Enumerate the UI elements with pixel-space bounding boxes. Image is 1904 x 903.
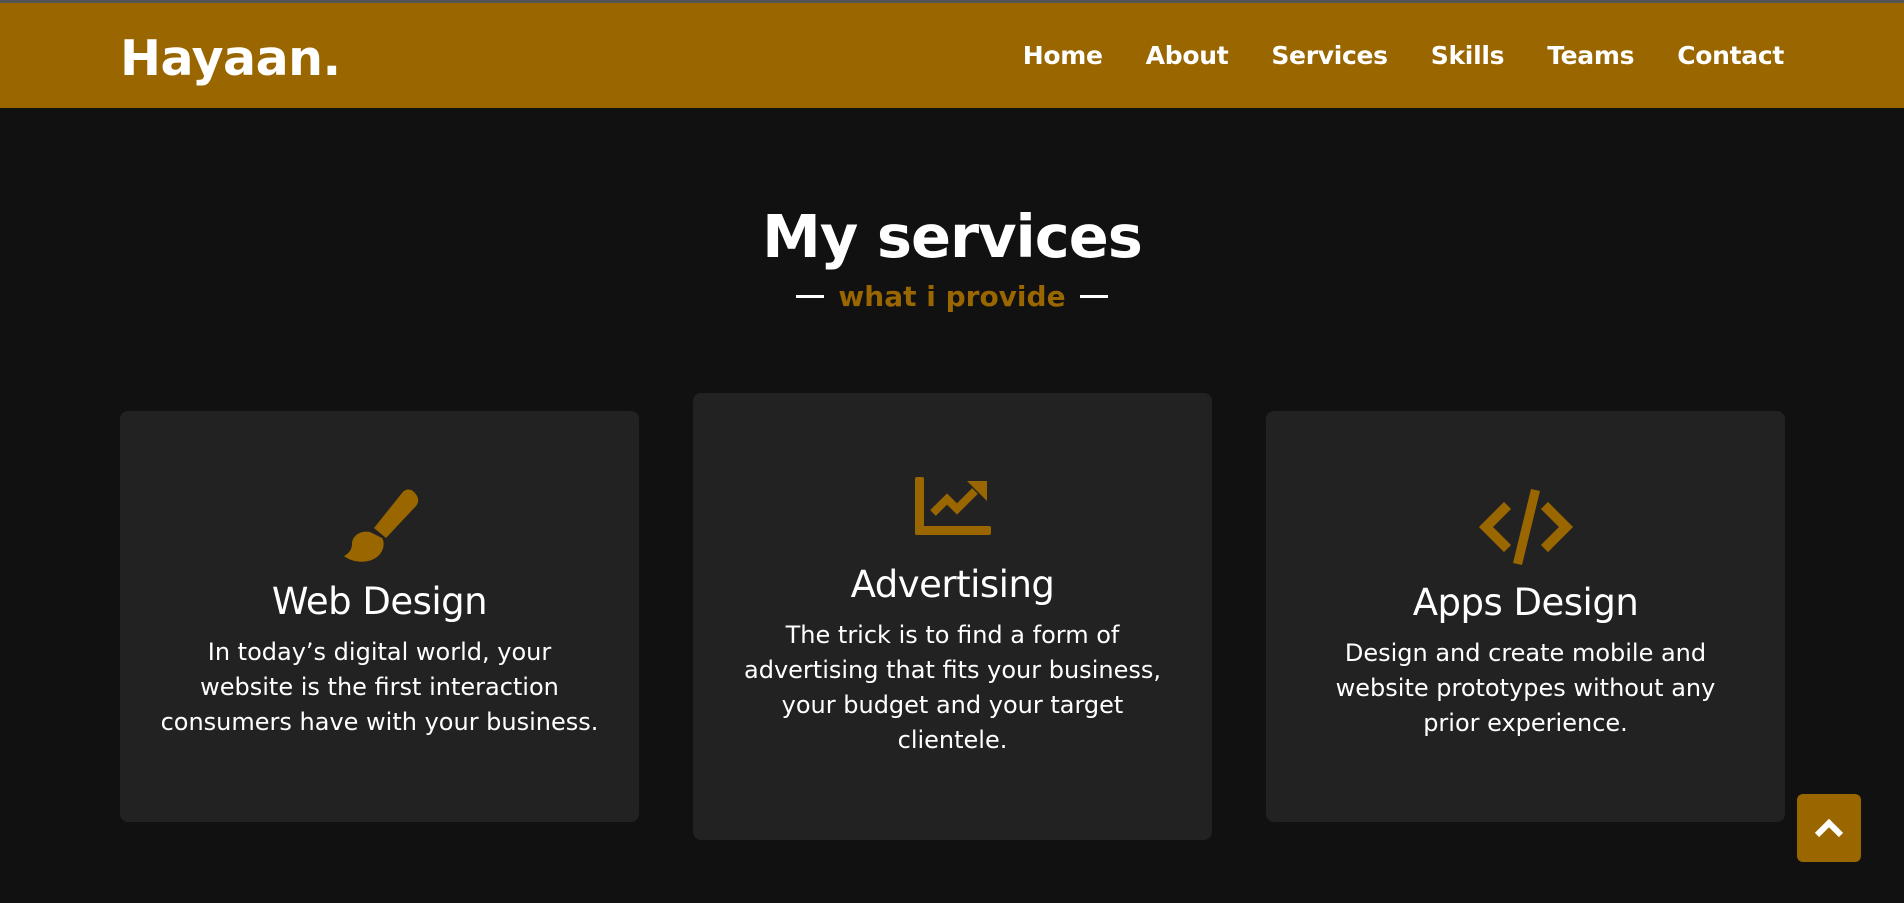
service-title: Apps Design [1412, 581, 1639, 624]
service-title: Advertising [850, 563, 1055, 606]
nav-link-teams[interactable]: Teams [1547, 41, 1634, 70]
nav-link-skills[interactable]: Skills [1431, 41, 1505, 70]
nav-link-contact[interactable]: Contact [1677, 41, 1784, 70]
main-nav: Home About Services Skills Teams Contact [1023, 41, 1785, 70]
paint-brush-icon [343, 489, 418, 562]
service-card-web-design: Web Design In today’s digital world, you… [120, 411, 639, 822]
service-card-advertising: Advertising The trick is to find a form … [693, 393, 1212, 840]
scroll-to-top-button[interactable] [1797, 794, 1861, 862]
chevron-up-icon [1814, 818, 1844, 838]
site-logo[interactable]: Hayaan. [120, 30, 341, 87]
nav-link-services[interactable]: Services [1271, 41, 1388, 70]
chart-line-icon [914, 477, 991, 535]
nav-link-home[interactable]: Home [1023, 41, 1103, 70]
service-description: The trick is to find a form of advertisi… [744, 621, 1161, 754]
nav-link-about[interactable]: About [1146, 41, 1229, 70]
section-title: My services [762, 202, 1143, 271]
service-description: Design and create mobile and website pro… [1335, 639, 1716, 737]
service-card-apps-design: Apps Design Design and create mobile and… [1266, 411, 1785, 822]
subtitle-dash-left [795, 294, 824, 298]
subtitle-text: what i provide [838, 280, 1066, 313]
navbar: Hayaan. Home About Services Skills Teams… [0, 3, 1904, 108]
service-description: In today’s digital world, your website i… [160, 638, 599, 736]
section-subtitle: what i provide [0, 280, 1904, 313]
service-title: Web Design [271, 580, 488, 623]
code-icon [1478, 489, 1573, 565]
subtitle-dash-right [1080, 294, 1109, 298]
